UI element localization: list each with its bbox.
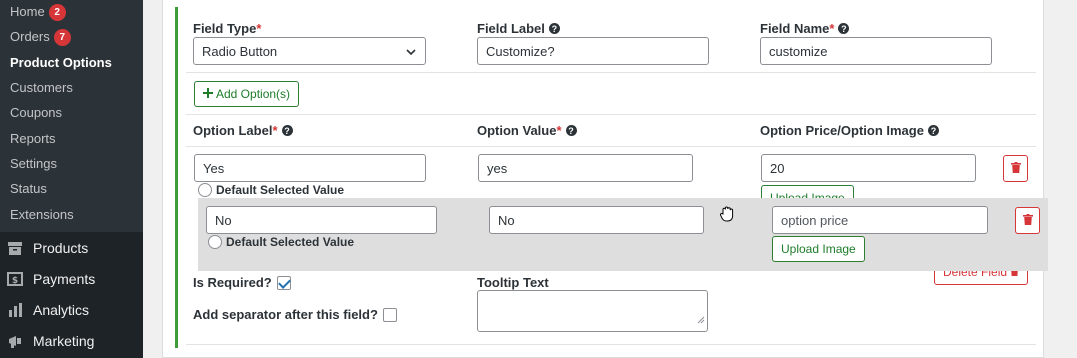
menu-item-payments[interactable]: $ Payments — [0, 263, 143, 294]
field-name-value: customize — [769, 43, 828, 59]
option-price-input[interactable]: option price — [772, 206, 988, 234]
submenu-item-label: Orders — [10, 29, 50, 44]
add-option-label: Add Option(s) — [216, 87, 291, 101]
help-icon[interactable]: ? — [281, 125, 293, 136]
default-selected-radio[interactable]: Default Selected Value — [198, 183, 344, 197]
submenu-item-label: Home — [10, 4, 45, 19]
dragged-row-overlap — [934, 259, 1048, 271]
svg-text:$: $ — [12, 276, 18, 286]
add-option-button[interactable]: Add Option(s) — [194, 81, 300, 107]
delete-option-button[interactable] — [1015, 207, 1040, 234]
help-icon[interactable]: ? — [927, 125, 939, 136]
option-value-value: No — [498, 212, 515, 228]
radio-button[interactable] — [198, 183, 212, 197]
upload-image-button[interactable]: Upload Image — [772, 236, 865, 262]
option-value-value: yes — [487, 160, 508, 176]
option-value-input[interactable]: yes — [478, 154, 693, 182]
tooltip-textarea[interactable] — [477, 290, 708, 332]
help-icon[interactable]: ? — [565, 125, 577, 136]
chevron-down-icon — [405, 46, 417, 61]
default-selected-label: Default Selected Value — [216, 183, 345, 197]
is-required-label: Is Required? — [193, 275, 272, 290]
megaphone-icon — [5, 331, 25, 351]
divider — [186, 146, 1036, 147]
menu-item-label: Products — [33, 239, 89, 256]
menu-item-label: Analytics — [33, 301, 90, 318]
submenu-item-orders[interactable]: Orders 7 — [10, 29, 71, 46]
field-accent-bar — [175, 7, 178, 348]
option-value-input[interactable]: No — [489, 206, 704, 234]
submenu-item-product-options[interactable]: Product Options — [10, 55, 112, 70]
resize-grip-icon[interactable] — [697, 311, 705, 329]
option-price-input[interactable]: 20 — [761, 154, 976, 182]
notification-badge: 2 — [48, 4, 66, 21]
field-label-input[interactable]: Customize? — [477, 37, 709, 65]
submenu-item-settings[interactable]: Settings — [10, 156, 57, 171]
menu-item-marketing[interactable]: Marketing — [0, 325, 143, 356]
field-name-input[interactable]: customize — [760, 37, 992, 65]
field-type-value: Radio Button — [202, 43, 278, 59]
menu-item-label: Marketing — [33, 332, 95, 349]
trash-icon — [1022, 212, 1033, 230]
help-icon[interactable]: ? — [838, 23, 850, 34]
submenu-item-status[interactable]: Status — [10, 181, 47, 196]
divider — [186, 72, 1036, 73]
submenu-item-home[interactable]: Home 2 — [10, 4, 66, 21]
plus-icon — [203, 87, 213, 101]
upload-image-label: Upload Image — [781, 242, 856, 256]
radio-button[interactable] — [208, 235, 222, 249]
default-selected-label: Default Selected Value — [226, 235, 355, 249]
separator-label: Add separator after this field? — [193, 307, 378, 322]
tooltip-text-label: Tooltip Text — [477, 275, 549, 290]
field-type-label: Field Type * — [193, 21, 262, 36]
is-required-checkbox[interactable] — [276, 275, 291, 290]
help-icon[interactable]: ? — [548, 23, 560, 34]
divider — [186, 344, 1036, 345]
field-type-select[interactable]: Radio Button — [193, 37, 426, 65]
separator-checkbox[interactable] — [382, 307, 397, 322]
delete-option-button[interactable] — [1003, 155, 1028, 182]
field-name-label: Field Name *? — [760, 21, 850, 36]
admin-sidebar: Home 2 Orders 7 Product Options Customers … — [0, 0, 143, 358]
option-price-placeholder: option price — [781, 212, 849, 228]
default-selected-radio[interactable]: Default Selected Value — [208, 235, 354, 249]
is-required-row: Is Required? — [193, 275, 291, 290]
option-value-header: Option Value *? — [477, 123, 577, 138]
option-price-value: 20 — [770, 160, 785, 176]
separator-row: Add separator after this field? — [193, 307, 397, 322]
menu-item-analytics[interactable]: Analytics — [0, 294, 143, 325]
submenu-item-customers[interactable]: Customers — [10, 80, 73, 95]
notification-badge: 7 — [53, 29, 71, 46]
drag-hand-cursor-icon — [718, 205, 736, 228]
option-label-value: Yes — [203, 160, 225, 176]
option-label-header: Option Label *? — [193, 123, 293, 138]
woocommerce-submenu: Home 2 Orders 7 Product Options Customers … — [0, 0, 143, 232]
archive-icon — [5, 238, 25, 258]
submenu-item-extensions[interactable]: Extensions — [10, 207, 74, 222]
option-label-input[interactable]: Yes — [194, 154, 426, 182]
option-label-input[interactable]: No — [206, 206, 437, 234]
divider — [186, 114, 1036, 115]
option-price-header: Option Price/Option Image? — [760, 123, 939, 138]
menu-item-label: Payments — [33, 270, 96, 287]
bar-chart-icon — [5, 300, 25, 320]
field-label-value: Customize? — [486, 43, 555, 59]
submenu-item-reports[interactable]: Reports — [10, 131, 56, 146]
field-label-label: Field Label? — [477, 21, 560, 36]
submenu-item-coupons[interactable]: Coupons — [10, 105, 62, 120]
trash-icon — [1010, 160, 1021, 178]
menu-item-products[interactable]: Products — [0, 232, 143, 263]
option-label-value: No — [215, 212, 232, 228]
dollar-icon: $ — [5, 269, 25, 289]
admin-main-menu: Products $ Payments Analytics Marketing — [0, 232, 143, 358]
